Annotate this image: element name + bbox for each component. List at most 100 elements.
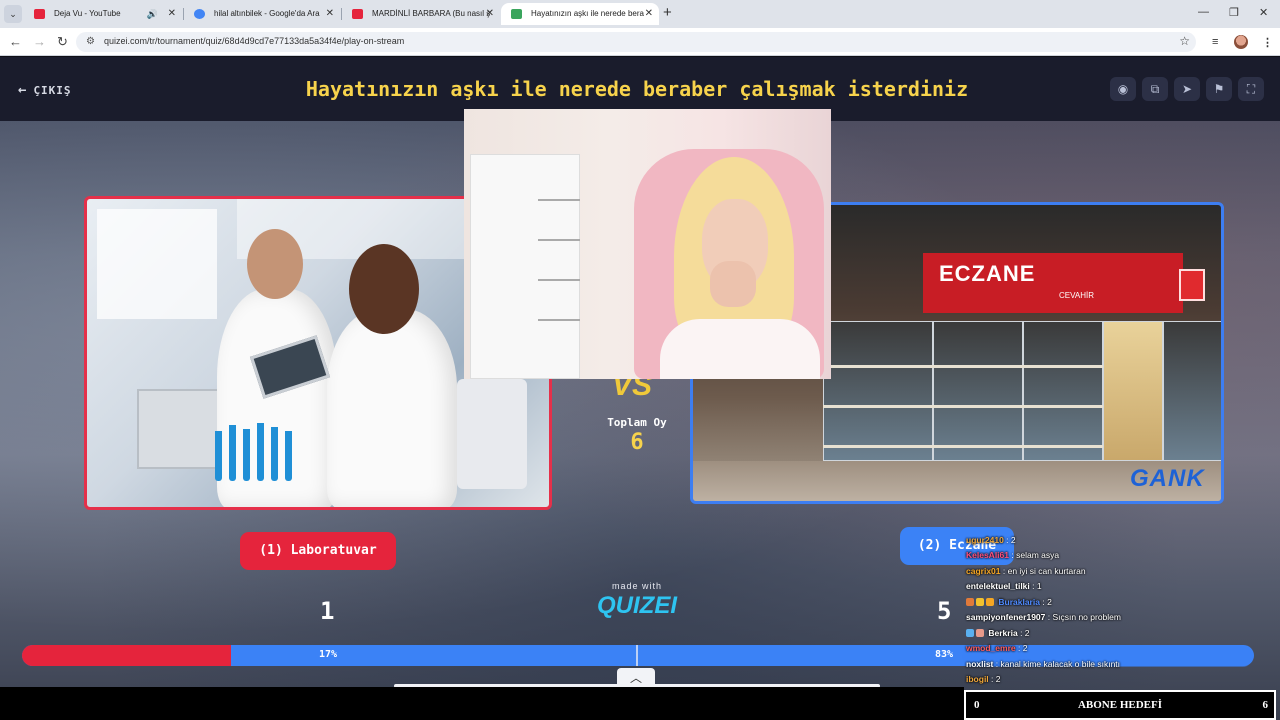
chat-message: ugur2410 : 2 — [966, 535, 1016, 545]
chat-message: wmod_emre : 2 — [966, 643, 1027, 653]
youtube-icon — [34, 9, 45, 19]
streamer-top — [660, 319, 820, 379]
pharmacy-cross-icon — [1179, 269, 1205, 301]
chat-username: noxlist — [966, 659, 994, 669]
microscope-image — [457, 379, 527, 489]
chat-text: : 1 — [1032, 581, 1042, 591]
chat-username: entelektuel_tilki — [966, 581, 1030, 591]
scientist-woman-head — [349, 244, 419, 334]
goal-target: 6 — [1262, 699, 1269, 711]
tab-title: hilal altınbilek - Google'da Ara — [214, 9, 320, 18]
chat-username: KelesAli61 — [966, 550, 1009, 560]
question-title: Hayatınızın aşkı ile nerede beraber çalı… — [305, 77, 969, 101]
fullscreen-icon[interactable]: ⛶ — [1238, 77, 1264, 101]
chat-username: sampiyonfener1907 — [966, 612, 1046, 622]
choice-button-laboratory[interactable]: (1) Laboratuvar — [240, 532, 396, 570]
tab-youtube-mardinli[interactable]: MARDİNLİ BARBARA (Bu nasıl ş ✕ — [342, 3, 500, 25]
restore-icon[interactable]: ❐ — [1229, 6, 1239, 19]
address-bar[interactable]: ⚙ quizei.com/tr/tournament/quiz/68d4d9cd… — [76, 32, 1196, 52]
chat-message: entelektuel_tilki : 1 — [966, 581, 1042, 591]
chat-text: : 2 — [1042, 597, 1052, 607]
drawer-handle — [538, 239, 580, 241]
shelf — [823, 445, 1103, 448]
quizei-logo[interactable]: QUIZEI — [596, 592, 678, 620]
profile-avatar[interactable] — [1234, 35, 1248, 49]
bookmark-star-icon[interactable]: ☆ — [1179, 34, 1190, 48]
test-tube — [257, 423, 264, 481]
test-tube — [229, 425, 236, 481]
tab-title: MARDİNLİ BARBARA (Bu nasıl ş — [372, 9, 491, 18]
streamer-hand — [710, 261, 756, 307]
tab-youtube-deja-vu[interactable]: Deja Vu - YouTube 🔊 ✕ — [24, 3, 182, 25]
pharmacy-sign-text: ECZANE — [939, 261, 1036, 286]
close-icon[interactable]: ✕ — [486, 3, 494, 25]
chat-message: KelesAli61 : selam asya — [966, 550, 1059, 560]
lab-window — [97, 209, 217, 319]
tab-title: Hayatınızın aşkı ile nerede bera — [531, 9, 644, 18]
address-toolbar: ← → ↻ ⚙ quizei.com/tr/tournament/quiz/68… — [0, 28, 1280, 56]
bar-midpoint — [636, 645, 638, 666]
chat-text: : kanal kime kalacak o bile sıkıntı — [995, 659, 1121, 669]
media-controls-icon[interactable]: ≡ — [1212, 36, 1218, 48]
chat-message: noxlist : kanal kime kalacak o bile sıkı… — [966, 659, 1120, 669]
scientist-man-head — [247, 229, 303, 299]
chat-badge-icon — [976, 598, 984, 606]
storefront-window — [1023, 321, 1103, 461]
chat-badge-icon — [966, 598, 974, 606]
chat-username: cagrix01 — [966, 566, 1001, 576]
percent-laboratory: 17% — [319, 649, 338, 660]
goal-label: ABONE HEDEFİ — [1077, 699, 1163, 711]
chat-text: : Sıçsın no problem — [1047, 612, 1121, 622]
chat-message: Buraklaria : 2 — [966, 597, 1052, 607]
drawer-handle — [538, 199, 580, 201]
menu-dots-icon[interactable]: ⋮ — [1262, 36, 1273, 49]
chat-username: ugur2410 — [966, 535, 1004, 545]
chat-username: ibogil — [966, 674, 989, 684]
send-icon[interactable]: ➤ — [1174, 77, 1200, 101]
google-icon — [194, 9, 205, 19]
made-with-label: made with — [611, 581, 663, 591]
chat-username: wmod_emre — [966, 643, 1016, 653]
eye-icon[interactable]: ◉ — [1110, 77, 1136, 101]
scientist-woman — [327, 309, 457, 507]
chat-message: Berkria : 2 — [966, 628, 1030, 638]
reload-icon[interactable]: ↻ — [57, 34, 68, 50]
window-close-icon[interactable]: ✕ — [1259, 6, 1268, 19]
tab-search-button[interactable]: ⌄ — [4, 5, 22, 23]
vote-bar-laboratory — [22, 645, 232, 666]
forward-arrow-icon[interactable]: → — [33, 34, 46, 49]
chat-username: Buraklaria — [998, 597, 1040, 607]
shelf — [823, 405, 1103, 408]
chat-text: : 2 — [1020, 628, 1030, 638]
storefront-window — [933, 321, 1023, 461]
flag-icon[interactable]: ⚑ — [1206, 77, 1232, 101]
speaker-icon[interactable]: 🔊 — [147, 3, 158, 25]
minimize-icon[interactable]: — — [1198, 6, 1209, 18]
stream-bottom-strip — [0, 687, 964, 720]
chat-message: ibogil : 2 — [966, 674, 1001, 684]
gank-watermark: GANK — [1130, 465, 1205, 492]
tab-quizei-active[interactable]: Hayatınızın aşkı ile nerede bera ✕ — [501, 3, 659, 25]
test-tube — [243, 429, 250, 481]
test-tube — [271, 427, 278, 481]
chat-text: : selam asya — [1011, 550, 1060, 560]
youtube-icon — [352, 9, 363, 19]
share-icon[interactable]: ⧉ — [1142, 77, 1168, 101]
storefront-window — [1163, 321, 1221, 461]
chat-username: Berkria — [988, 628, 1018, 638]
vote-count-pharmacy: 5 — [937, 597, 952, 625]
drawer-handle — [538, 319, 580, 321]
close-icon[interactable]: ✕ — [168, 3, 176, 25]
back-arrow-icon[interactable]: ← — [9, 34, 22, 49]
url-text[interactable]: quizei.com/tr/tournament/quiz/68d4d9cd7e… — [104, 36, 404, 46]
tab-google-search[interactable]: hilal altınbilek - Google'da Ara ✕ — [184, 3, 340, 25]
close-icon[interactable]: ✕ — [645, 3, 653, 25]
chat-message: cagrix01 : en iyi si can kurtaran — [966, 566, 1086, 576]
total-votes-label: Toplam Oy — [607, 416, 667, 429]
site-info-icon[interactable]: ⚙ — [86, 36, 95, 47]
chat-badge-icon — [966, 629, 974, 637]
storefront-window — [823, 321, 933, 461]
new-tab-button[interactable]: + — [663, 4, 672, 21]
close-icon[interactable]: ✕ — [326, 3, 334, 25]
chat-text: : 2 — [1017, 643, 1028, 653]
